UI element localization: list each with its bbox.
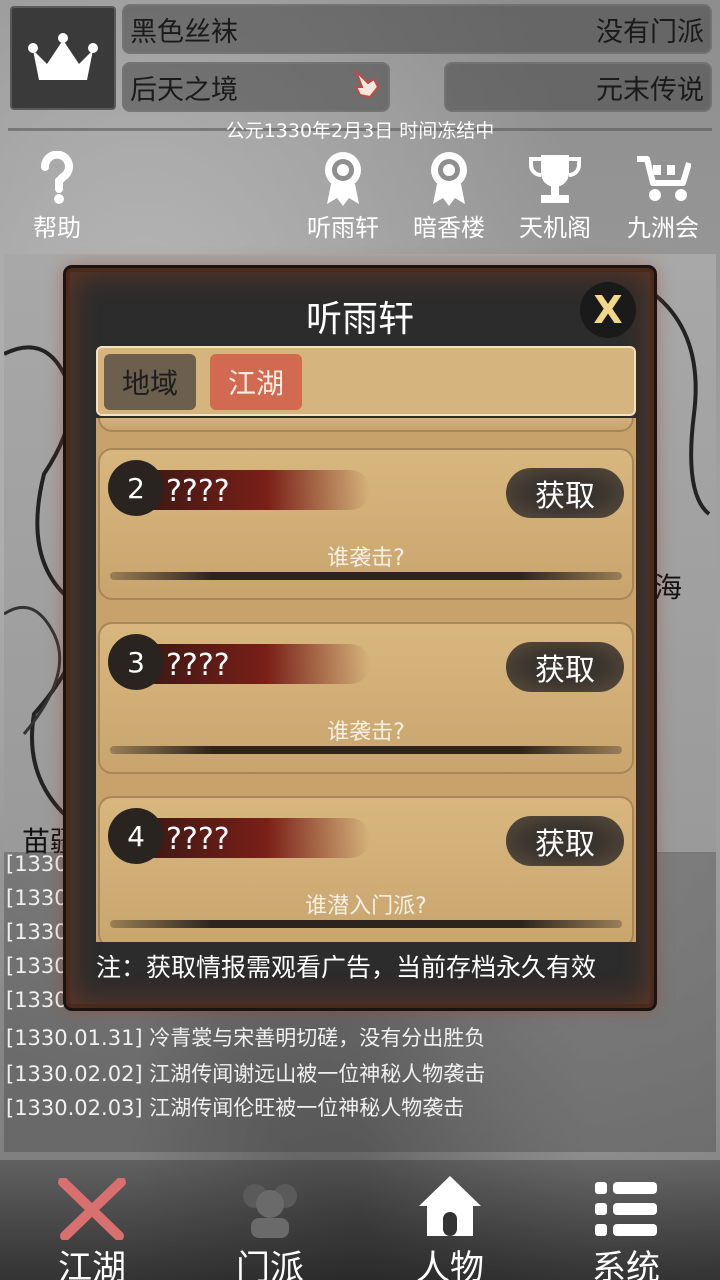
- log-line: [1330.02.03] 江湖传闻伦旺被一位神秘人物袭击: [6, 1096, 465, 1120]
- list-menu-icon: [556, 1168, 696, 1240]
- tingyuxuan-button[interactable]: 听雨轩: [298, 148, 388, 243]
- item-title: ????: [166, 474, 230, 509]
- tianjige-label: 天机阁: [519, 214, 591, 242]
- item-title: ????: [166, 648, 230, 683]
- close-button[interactable]: X: [580, 282, 636, 338]
- help-button[interactable]: 帮助: [12, 148, 102, 243]
- item-question: 谁袭击?: [327, 546, 405, 571]
- item-number: 3: [108, 634, 164, 690]
- item-question: 谁潜入门派?: [305, 894, 427, 919]
- nav-menpai[interactable]: 门派: [200, 1168, 340, 1280]
- anxianglou-label: 暗香楼: [413, 214, 485, 242]
- ink-divider: [110, 746, 622, 754]
- log-line: [1330: [6, 920, 68, 944]
- intel-list[interactable]: 2 ???? 获取 谁袭击? 3 ???? 获取 谁袭击? 4 ???? 获取 …: [96, 418, 636, 942]
- nav-jianghu-label: 江湖: [58, 1248, 126, 1280]
- get-button[interactable]: 获取: [506, 468, 624, 518]
- log-line: [1330.: [6, 954, 75, 978]
- date-status: 公元1330年2月3日 时间冻结中: [225, 120, 495, 142]
- realm-label: 后天之境: [130, 74, 238, 106]
- title-bar[interactable]: 元末传说: [444, 62, 712, 112]
- tab-jianghu[interactable]: 江湖: [210, 354, 302, 410]
- avatar[interactable]: [10, 6, 116, 110]
- crossed-swords-icon: [22, 1168, 162, 1240]
- log-line: [1330.01.31] 冷青裳与宋善明切磋，没有分出胜负: [6, 1026, 486, 1050]
- ink-divider: [110, 572, 622, 580]
- get-button[interactable]: 获取: [506, 642, 624, 692]
- log-line: [1330.: [6, 852, 75, 876]
- pointer-hand-icon: [348, 67, 382, 108]
- help-label: 帮助: [33, 214, 81, 242]
- item-title: ????: [166, 822, 230, 857]
- item-number: 4: [108, 808, 164, 864]
- tingyuxuan-label: 听雨轩: [307, 214, 379, 242]
- header: 黑色丝袜 没有门派 后天之境 元末传说 公元1330年2月3日 时间冻结中 帮助: [0, 0, 720, 250]
- jiuzhouhui-label: 九洲会: [627, 214, 699, 242]
- intel-modal: 听雨轩 X 地域 江湖 2 ???? 获取 谁袭击? 3 ???? 获取 谁袭击…: [66, 268, 654, 1008]
- list-item: 3 ???? 获取 谁袭击?: [98, 622, 634, 774]
- log-line: [1330.02.02] 江湖传闻谢远山被一位神秘人物袭击: [6, 1062, 486, 1086]
- modal-title: 听雨轩: [305, 299, 414, 340]
- jiuzhouhui-button[interactable]: 九洲会: [618, 148, 708, 243]
- list-item: 2 ???? 获取 谁袭击?: [98, 448, 634, 600]
- map-region-sea[interactable]: 海: [654, 566, 682, 606]
- honor-title: 元末传说: [596, 74, 704, 106]
- item-question: 谁袭击?: [327, 720, 405, 745]
- get-button[interactable]: 获取: [506, 816, 624, 866]
- tianjige-button[interactable]: 天机阁: [510, 148, 600, 243]
- log-line: [1330.: [6, 886, 75, 910]
- nav-jianghu[interactable]: 江湖: [22, 1168, 162, 1280]
- house-icon: [380, 1168, 520, 1240]
- trophy-icon: [510, 148, 600, 208]
- cart-icon: [618, 148, 708, 208]
- crown-icon: [28, 33, 98, 80]
- ink-divider: [110, 920, 622, 928]
- sect-label[interactable]: 没有门派: [596, 10, 704, 49]
- group-icon: [200, 1168, 340, 1240]
- nav-renwu[interactable]: 人物: [380, 1168, 520, 1280]
- anxianglou-button[interactable]: 暗香楼: [404, 148, 494, 243]
- list-item-partial: [98, 418, 634, 432]
- realm-bar[interactable]: 后天之境: [122, 62, 390, 112]
- tab-region[interactable]: 地域: [104, 354, 196, 410]
- list-item: 4 ???? 获取 谁潜入门派?: [98, 796, 634, 942]
- question-icon: [12, 148, 102, 208]
- nav-xitong-label: 系统: [592, 1248, 660, 1280]
- modal-tabbar: 地域 江湖: [96, 346, 636, 416]
- player-name: 黑色丝袜: [130, 16, 238, 48]
- bottom-nav: 江湖 门派 人物 系统: [0, 1160, 720, 1280]
- nav-renwu-label: 人物: [416, 1248, 484, 1280]
- name-sect-bar: 黑色丝袜 没有门派: [122, 4, 712, 54]
- item-number: 2: [108, 460, 164, 516]
- badge-icon: [298, 148, 388, 208]
- nav-xitong[interactable]: 系统: [556, 1168, 696, 1280]
- close-icon: X: [593, 288, 623, 332]
- nav-menpai-label: 门派: [236, 1248, 304, 1280]
- badge-icon: [404, 148, 494, 208]
- ad-note: 注：获取情报需观看广告，当前存档永久有效: [96, 953, 597, 982]
